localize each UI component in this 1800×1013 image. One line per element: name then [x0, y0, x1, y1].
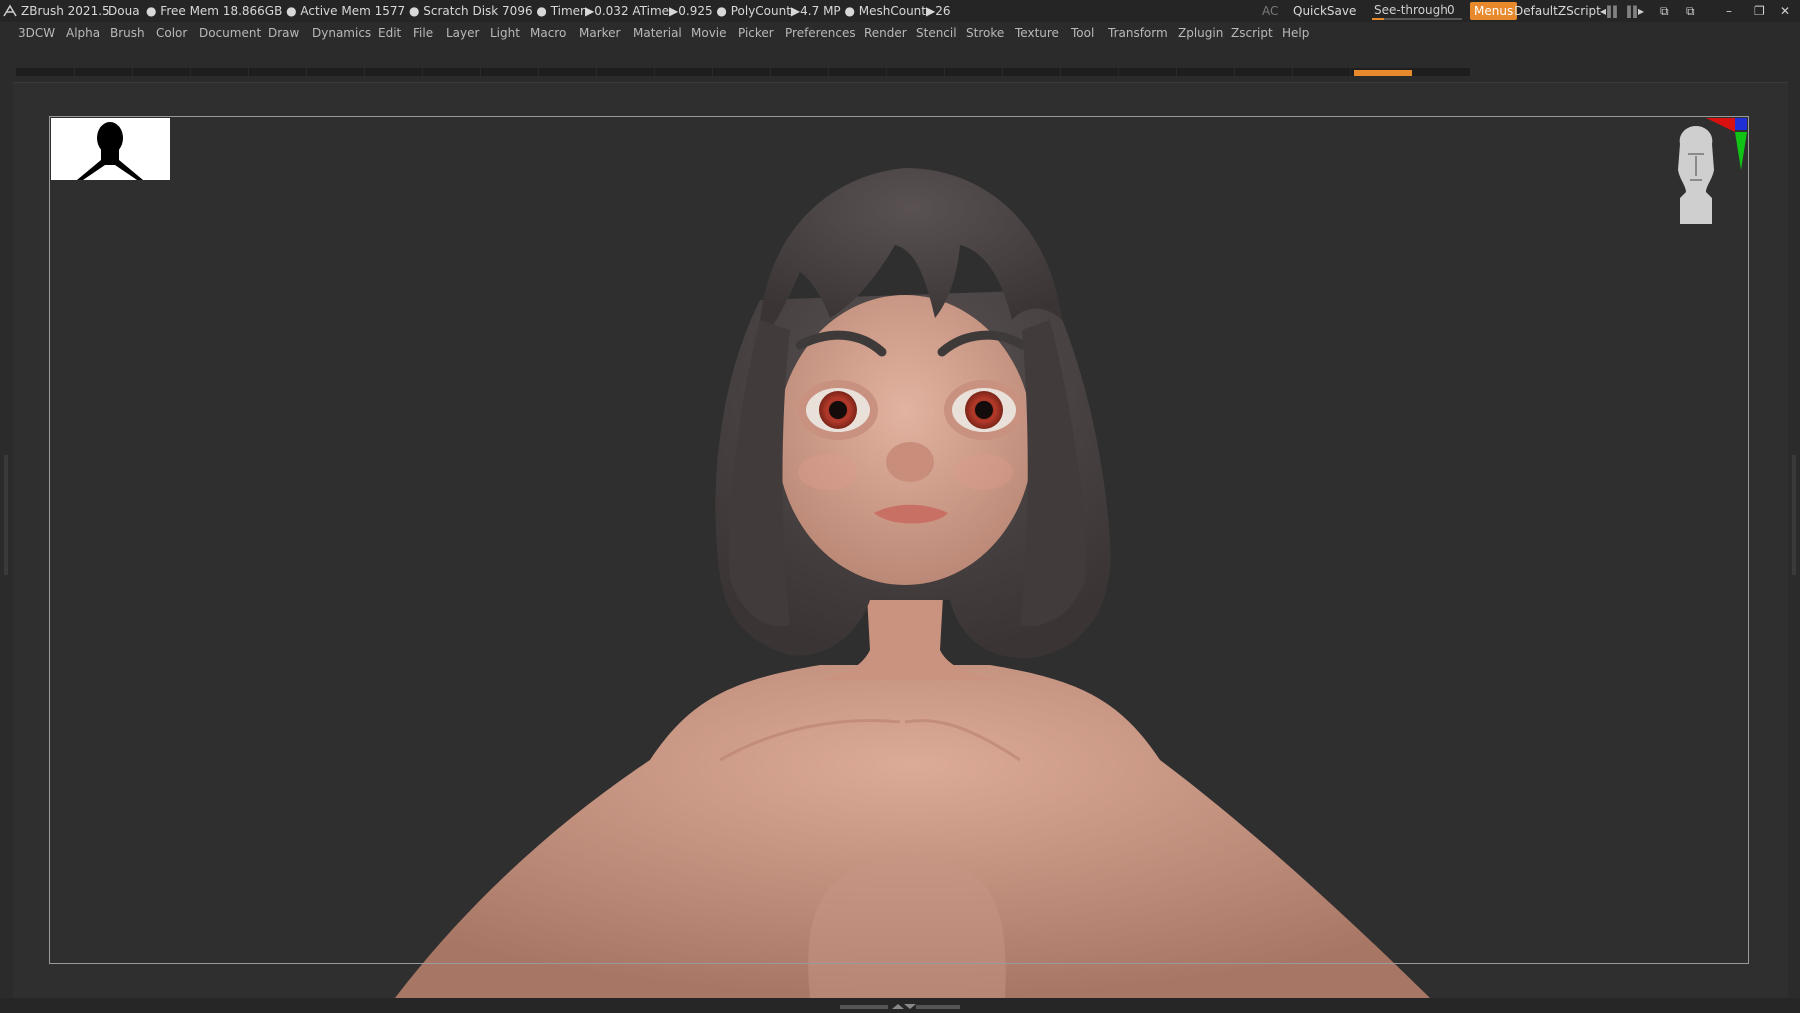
axis-x-icon [1706, 118, 1735, 132]
silhouette-thumbnail[interactable] [51, 118, 170, 180]
document-frame [49, 116, 1749, 964]
navigation-head-icon[interactable] [1656, 114, 1752, 234]
silhouette-icon [77, 122, 143, 180]
bottom-tray-grip-icon[interactable] [840, 1004, 960, 1010]
axis-y-icon [1735, 132, 1747, 170]
axis-z-icon [1735, 118, 1747, 130]
left-tray-handle[interactable] [4, 455, 8, 575]
right-tray-handle[interactable] [1792, 455, 1796, 575]
